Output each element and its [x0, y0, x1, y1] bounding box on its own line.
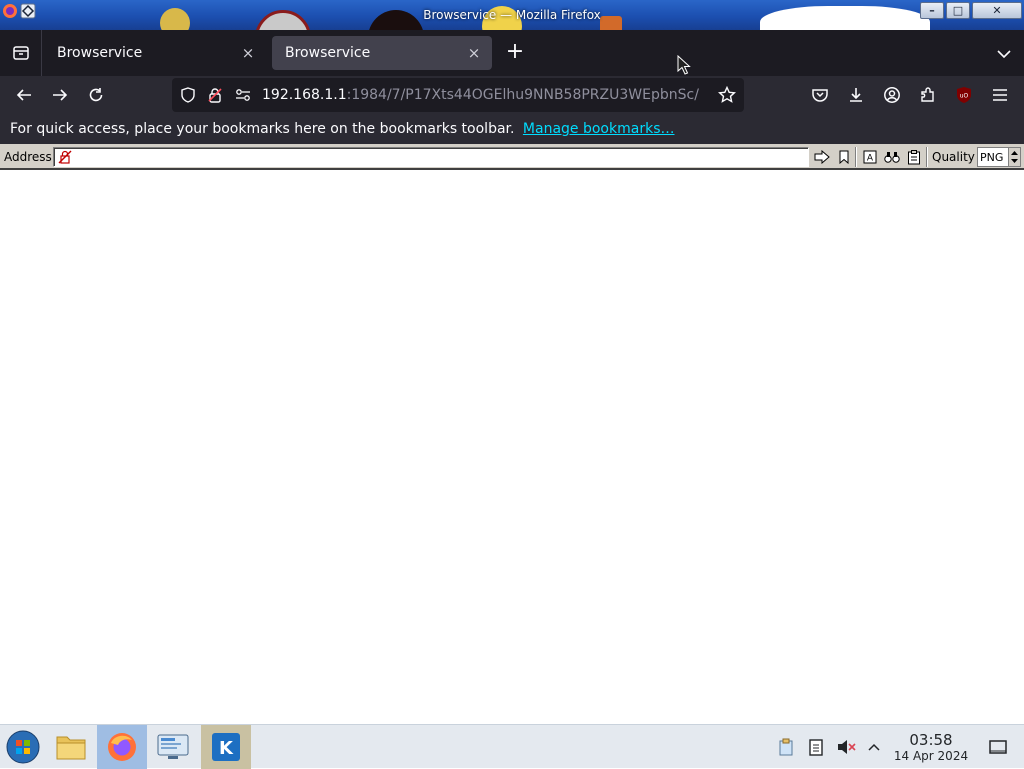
bookmark-star-icon[interactable] — [717, 85, 737, 108]
task-kde[interactable]: K — [201, 725, 251, 769]
quality-spinner[interactable] — [1008, 148, 1020, 166]
clipboard-tray-icon — [779, 738, 793, 756]
find-icon: A — [863, 150, 877, 164]
taskbar: K 03:58 14 Apr 2024 — [0, 724, 1024, 769]
browservice-address-input[interactable] — [53, 147, 809, 167]
firefox-view-button[interactable] — [0, 30, 42, 76]
back-button[interactable] — [8, 79, 40, 111]
new-tab-button[interactable]: + — [502, 40, 528, 66]
tab-strip: Browservice × Browservice × + — [0, 30, 1024, 76]
go-arrow-icon — [814, 150, 830, 164]
task-firefox[interactable] — [97, 725, 147, 769]
tray-volume[interactable] — [836, 737, 856, 757]
toolbar-separator — [926, 147, 928, 167]
task-file-manager[interactable] — [46, 725, 96, 769]
url-host: 192.168.1.1 — [262, 87, 347, 103]
chevron-down-icon — [997, 50, 1011, 59]
app-menu-button[interactable] — [984, 79, 1016, 111]
task-system-settings[interactable] — [148, 725, 198, 769]
url-path: :1984/7/P17Xts44OGElhu9NNB58PRZU3WEpbnSc… — [346, 87, 699, 103]
url-bar[interactable]: 192.168.1.1:1984/7/P17Xts44OGElhu9NNB58P… — [172, 78, 744, 112]
quality-value: PNG — [980, 151, 1004, 164]
url-text[interactable]: 192.168.1.1:1984/7/P17Xts44OGElhu9NNB58P… — [262, 87, 699, 103]
svg-text:A: A — [867, 154, 874, 164]
quality-label: Quality — [932, 150, 975, 164]
tab-label: Browservice — [57, 45, 143, 61]
back-arrow-icon — [16, 89, 31, 101]
window-titlebar[interactable]: Browservice — Mozilla Firefox – □ ✕ — [0, 0, 1024, 30]
firefox-icon — [108, 733, 136, 761]
tab-browservice-2[interactable]: Browservice × — [272, 36, 492, 70]
account-button[interactable] — [876, 79, 908, 111]
bookmark-icon — [839, 150, 849, 164]
tracking-protection-icon[interactable] — [180, 87, 196, 107]
downloads-button[interactable] — [840, 79, 872, 111]
tab-browservice-1[interactable]: Browservice × — [44, 36, 266, 70]
window-title: Browservice — Mozilla Firefox — [423, 8, 601, 22]
notepad-icon — [809, 739, 823, 756]
ublock-origin-button[interactable]: uO — [948, 79, 980, 111]
firefox-view-icon — [12, 46, 29, 60]
pocket-icon — [812, 89, 828, 102]
find-text-button[interactable]: A — [861, 148, 879, 166]
digital-clock[interactable]: 03:58 14 Apr 2024 — [893, 731, 969, 764]
go-button[interactable] — [813, 148, 831, 166]
chevron-up-icon — [868, 743, 880, 751]
show-desktop-button[interactable] — [988, 737, 1008, 757]
tray-clipboard-manager[interactable] — [776, 737, 796, 757]
toolbar-separator — [855, 147, 857, 167]
browservice-toolbar: Address A Quality PNG — [0, 144, 1024, 170]
volume-muted-icon — [838, 740, 856, 754]
list-all-tabs-button[interactable] — [992, 42, 1016, 66]
mouse-cursor-icon — [677, 54, 691, 75]
hamburger-menu-icon — [993, 89, 1007, 101]
spinner-arrows-icon — [1011, 151, 1018, 163]
folder-icon — [56, 736, 86, 760]
pocket-button[interactable] — [804, 79, 836, 111]
tab-close-icon[interactable]: × — [466, 45, 482, 61]
download-icon — [850, 88, 862, 102]
start-menu-button[interactable] — [0, 725, 46, 769]
kde-icon: K — [212, 733, 240, 761]
puzzle-piece-icon — [921, 87, 934, 102]
address-label: Address — [4, 150, 52, 164]
tab-label: Browservice — [285, 45, 371, 61]
maximize-button[interactable]: □ — [946, 2, 970, 19]
bookmarks-toolbar: For quick access, place your bookmarks h… — [0, 114, 1024, 144]
clock-date: 14 Apr 2024 — [893, 749, 969, 763]
minimize-button[interactable]: – — [920, 2, 944, 19]
forward-button[interactable] — [44, 79, 76, 111]
tray-notes[interactable] — [806, 737, 826, 757]
show-desktop-icon — [989, 740, 1007, 754]
account-icon — [884, 87, 900, 103]
monitor-settings-icon — [157, 734, 189, 759]
page-viewport[interactable] — [0, 172, 1024, 724]
reload-button[interactable] — [80, 79, 112, 111]
manage-bookmarks-link[interactable]: Manage bookmarks… — [523, 121, 675, 137]
quality-selector[interactable]: PNG — [977, 147, 1021, 167]
site-permissions-icon[interactable] — [234, 87, 252, 107]
windows-start-orb-icon — [6, 730, 40, 764]
extensions-button[interactable] — [912, 79, 944, 111]
ublock-origin-icon: uO — [957, 87, 971, 103]
tray-expand[interactable] — [864, 737, 884, 757]
clipboard-button[interactable] — [905, 148, 923, 166]
bookmark-button[interactable] — [835, 148, 853, 166]
insecure-lock-icon[interactable] — [207, 87, 223, 107]
reload-icon — [89, 88, 103, 102]
clipboard-icon — [908, 149, 920, 164]
svg-text:K: K — [219, 738, 234, 759]
navigation-toolbar: 192.168.1.1:1984/7/P17Xts44OGElhu9NNB58P… — [0, 76, 1024, 114]
forward-arrow-icon — [53, 89, 68, 101]
tab-close-icon[interactable]: × — [240, 45, 256, 61]
find-button[interactable] — [883, 148, 901, 166]
bookmarks-empty-message: For quick access, place your bookmarks h… — [10, 121, 515, 137]
clock-time: 03:58 — [909, 731, 953, 749]
close-window-button[interactable]: ✕ — [972, 2, 1022, 19]
binoculars-icon — [884, 152, 900, 163]
insecure-connection-icon — [58, 150, 72, 164]
svg-text:uO: uO — [960, 93, 969, 100]
